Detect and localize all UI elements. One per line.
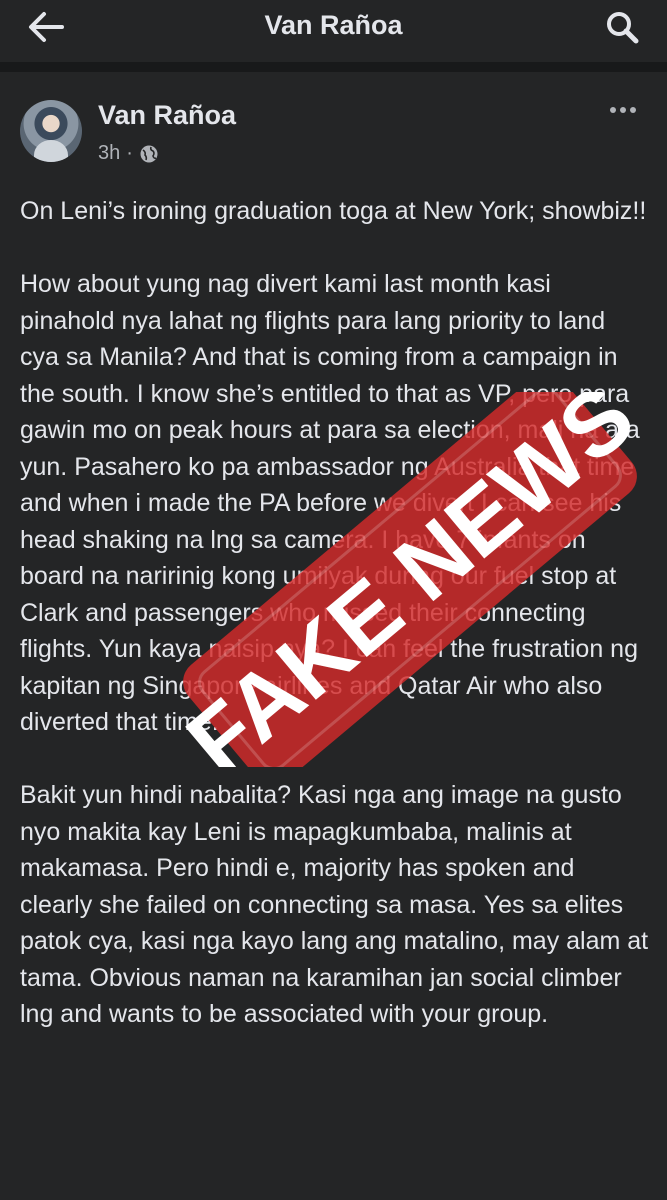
meta-separator: · <box>126 142 133 164</box>
avatar-figure <box>34 140 68 162</box>
post-paragraph-1: On Leni’s ironing graduation toga at New… <box>20 197 647 225</box>
top-bar: Van Rañoa <box>0 0 667 56</box>
post-author[interactable]: Van Rañoa <box>98 100 236 131</box>
post-header: Van Rañoa 3h · <box>0 72 667 182</box>
page-title: Van Rañoa <box>264 10 403 40</box>
avatar[interactable] <box>20 100 82 162</box>
header-divider <box>0 62 667 72</box>
post-paragraph-3: Bakit yun hindi nabalita? Kasi nga ang i… <box>20 781 649 1028</box>
post-meta: 3h · <box>98 142 159 165</box>
more-dots-icon[interactable] <box>608 100 638 120</box>
search-icon[interactable] <box>603 10 641 44</box>
globe-icon <box>140 145 158 162</box>
post-paragraph-2: How about yung nag divert kami last mont… <box>20 270 640 736</box>
post-time[interactable]: 3h <box>98 142 120 165</box>
post-body: On Leni’s ironing graduation toga at New… <box>20 193 650 1069</box>
